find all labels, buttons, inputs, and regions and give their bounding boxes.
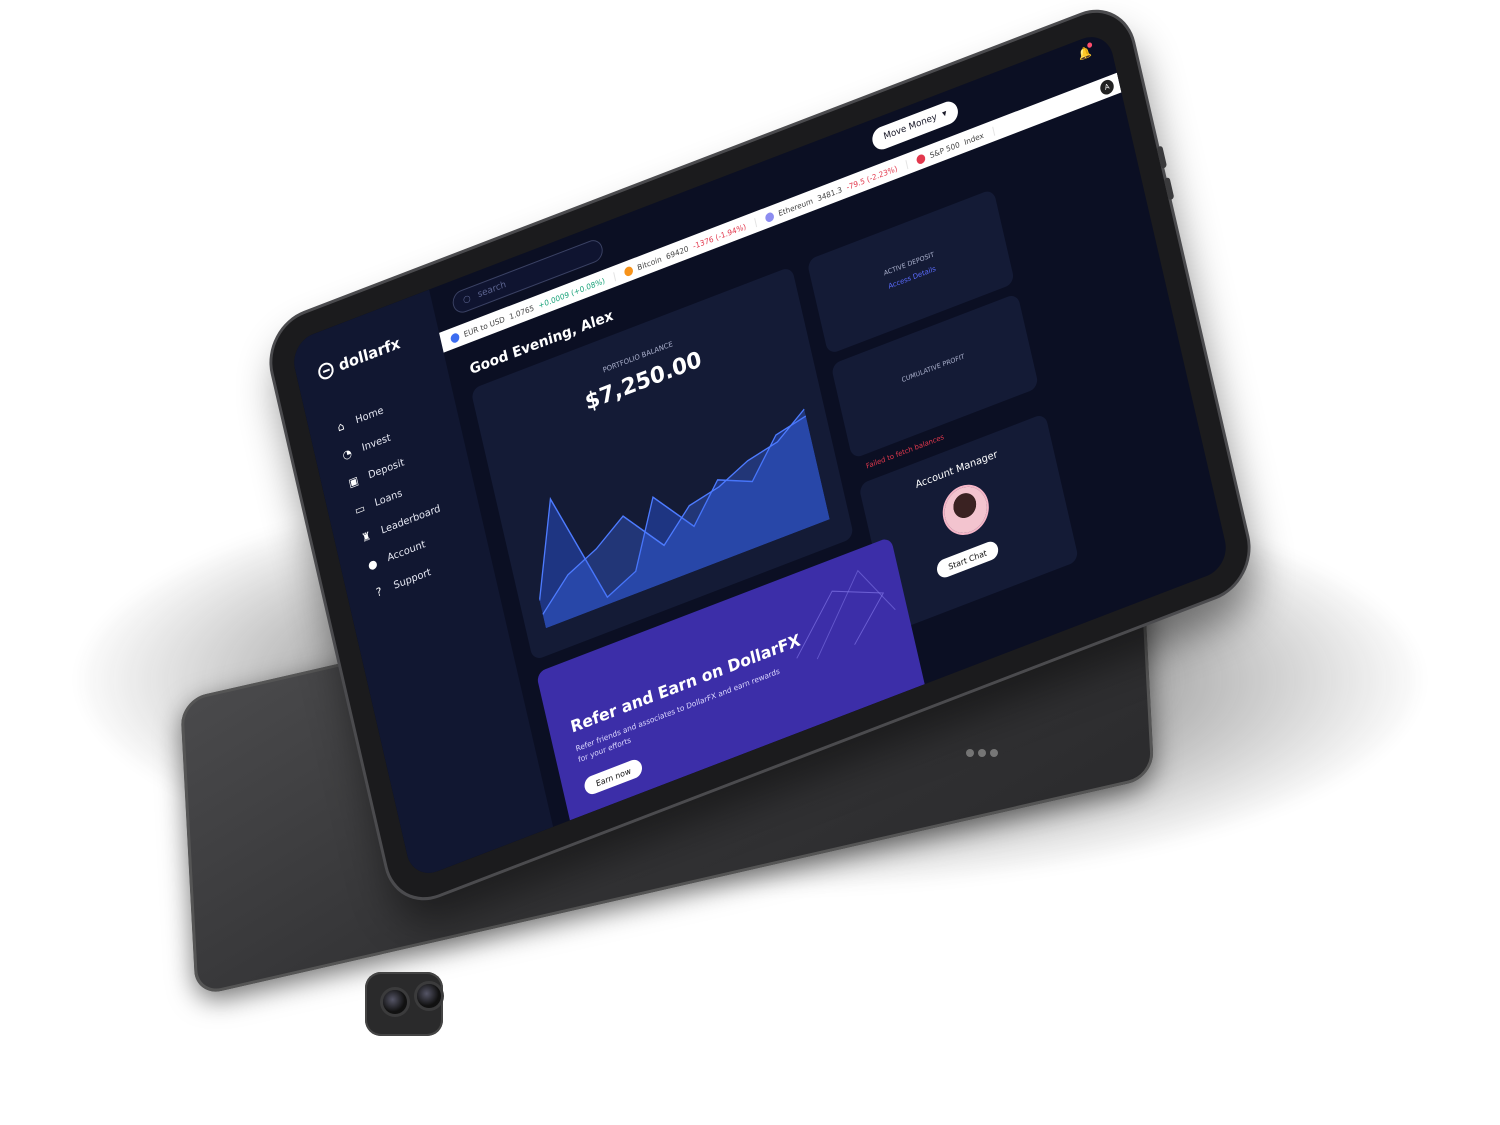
- ticker-price: 3481.3: [816, 184, 843, 203]
- index-icon: [915, 152, 927, 165]
- sidebar-item-label: Invest: [360, 431, 392, 454]
- ticker-name: S&P 500: [928, 139, 961, 160]
- ticker-price: Index: [963, 130, 985, 147]
- sidebar-item-label: Loans: [373, 487, 404, 509]
- sidebar-nav: ⌂ Home ◔ Invest ▣ Deposit ▭ Loans ♜ Lead…: [332, 384, 456, 607]
- sidebar-item-label: Home: [354, 404, 385, 427]
- search-placeholder: search: [476, 279, 508, 301]
- stage: dollarfx ⌂ Home ◔ Invest ▣ Deposit ▭ Loa…: [0, 0, 1500, 1125]
- volume-button: [1163, 176, 1175, 201]
- access-details-link[interactable]: Access Details: [818, 238, 1007, 318]
- camera-lens-icon: [417, 984, 441, 1008]
- ethereum-icon: [764, 210, 775, 223]
- start-chat-button[interactable]: Start Chat: [935, 539, 1000, 581]
- volume-button: [1156, 145, 1168, 170]
- account-manager-avatar: [940, 480, 992, 540]
- chevron-down-icon: ▾: [941, 108, 948, 120]
- ticker-price: 69420: [665, 243, 690, 261]
- banner-decoration: [796, 569, 896, 660]
- help-icon: ?: [374, 584, 384, 600]
- user-avatar[interactable]: A: [1098, 77, 1116, 97]
- notification-bell-icon[interactable]: 🔔: [1077, 41, 1093, 63]
- sidebar-item-label: Support: [392, 566, 433, 592]
- camera-lens-icon: [383, 990, 407, 1014]
- brand-logo[interactable]: dollarfx: [316, 333, 402, 383]
- trophy-icon: ♜: [360, 528, 373, 545]
- cumulative-profit-label: CUMULATIVE PROFIT: [900, 352, 966, 385]
- dollarfx-logo-icon: [316, 360, 336, 382]
- pie-chart-icon: ◔: [341, 445, 354, 463]
- earn-now-button[interactable]: Earn now: [582, 757, 645, 797]
- notification-badge: [1086, 41, 1093, 49]
- smart-connector-icon: [966, 742, 1006, 757]
- search-icon: ○: [462, 293, 472, 307]
- card-icon: ▭: [353, 500, 367, 518]
- active-deposit-label: ACTIVE DEPOSIT: [883, 250, 935, 278]
- ticker-price: 1.0765: [508, 302, 535, 322]
- move-money-label: Move Money: [882, 112, 939, 143]
- brand-name: dollarfx: [336, 333, 402, 375]
- home-icon: ⌂: [336, 418, 346, 434]
- eur-usd-icon: [449, 331, 461, 344]
- user-icon: ●: [366, 555, 379, 573]
- bitcoin-icon: [623, 264, 634, 277]
- ticker-name: Bitcoin: [636, 253, 663, 272]
- wallet-icon: ▣: [347, 473, 360, 490]
